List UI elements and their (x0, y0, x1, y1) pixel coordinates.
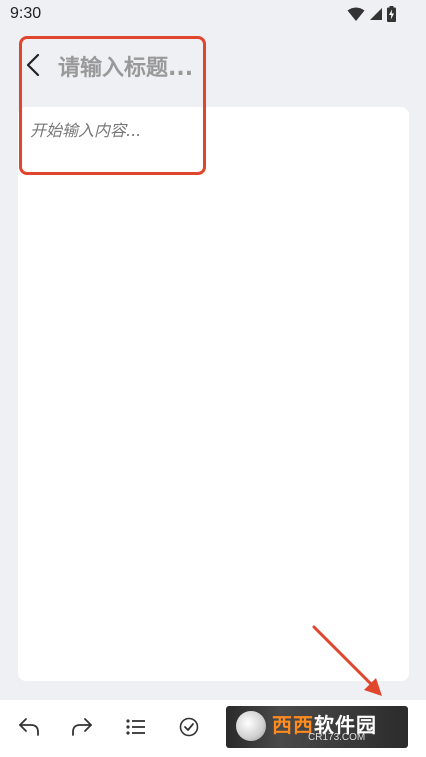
status-bar: 9:30 (0, 0, 426, 30)
undo-icon (18, 717, 40, 741)
redo-button[interactable] (67, 714, 97, 744)
back-button[interactable] (20, 53, 46, 81)
check-circle-icon (179, 717, 199, 741)
watermark-sub-text: CR173.COM (308, 732, 366, 743)
list-icon (126, 719, 146, 739)
signal-icon (369, 7, 383, 21)
watermark-logo: 西西软件园 CR173.COM (226, 706, 408, 748)
status-time: 9:30 (10, 5, 42, 22)
battery-charging-icon (387, 6, 396, 22)
title-input[interactable] (58, 50, 208, 86)
watermark-glyph (236, 711, 266, 741)
content-input[interactable] (30, 117, 390, 657)
wifi-icon (347, 7, 365, 22)
undo-button[interactable] (14, 714, 44, 744)
editor-header (0, 42, 426, 94)
redo-icon (71, 717, 93, 741)
list-button[interactable] (121, 714, 151, 744)
checklist-button[interactable] (174, 714, 204, 744)
content-card (18, 107, 409, 681)
chevron-left-icon (26, 53, 40, 81)
status-icons (347, 6, 396, 22)
